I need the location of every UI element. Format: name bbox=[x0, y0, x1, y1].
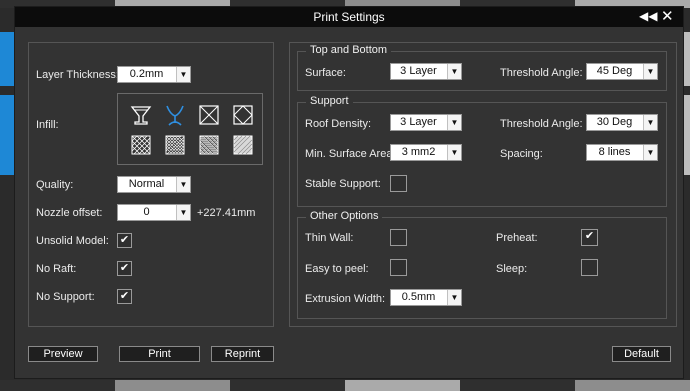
spacing-select[interactable]: 8 lines ▼ bbox=[586, 144, 658, 161]
close-icon[interactable]: ✕ bbox=[661, 7, 674, 25]
chevron-down-icon: ▼ bbox=[176, 205, 190, 220]
easy-peel-label: Easy to peel: bbox=[305, 263, 369, 275]
sleep-label: Sleep: bbox=[496, 263, 528, 275]
min-surface-value: 3 mm2 bbox=[401, 146, 436, 158]
spacing-label: Spacing: bbox=[500, 148, 543, 160]
easy-peel-checkbox[interactable] bbox=[390, 259, 407, 276]
tb-threshold-value: 45 Deg bbox=[596, 65, 633, 77]
roof-density-value: 3 Layer bbox=[400, 116, 437, 128]
extrusion-width-value: 0.5mm bbox=[401, 291, 436, 303]
support-threshold-select[interactable]: 30 Deg ▼ bbox=[586, 114, 658, 131]
default-button[interactable]: Default bbox=[612, 346, 671, 362]
roof-density-select[interactable]: 3 Layer ▼ bbox=[390, 114, 462, 131]
infill-label: Infill: bbox=[36, 119, 59, 131]
chevron-down-icon: ▼ bbox=[643, 115, 657, 130]
preheat-checkbox[interactable]: ✔ bbox=[581, 229, 598, 246]
sleep-checkbox[interactable] bbox=[581, 259, 598, 276]
grid-coarse-icon[interactable] bbox=[130, 134, 152, 156]
chevron-down-icon: ▼ bbox=[176, 67, 190, 82]
thin-wall-checkbox[interactable] bbox=[390, 229, 407, 246]
stable-support-checkbox[interactable] bbox=[390, 175, 407, 192]
surface-select[interactable]: 3 Layer ▼ bbox=[390, 63, 462, 80]
support-threshold-label: Threshold Angle: bbox=[500, 118, 583, 130]
chevron-down-icon: ▼ bbox=[176, 177, 190, 192]
preheat-label: Preheat: bbox=[496, 232, 538, 244]
tb-threshold-label: Threshold Angle: bbox=[500, 67, 583, 79]
thin-wall-label: Thin Wall: bbox=[305, 232, 354, 244]
titlebar: Print Settings ◀◀ ✕ bbox=[15, 7, 683, 27]
goblet-outline-icon[interactable] bbox=[130, 104, 152, 126]
quality-select[interactable]: Normal ▼ bbox=[117, 176, 191, 193]
grid-medium-icon[interactable] bbox=[164, 134, 186, 156]
nozzle-offset-readout: +227.41mm bbox=[197, 207, 256, 219]
support-threshold-value: 30 Deg bbox=[596, 116, 633, 128]
no-support-label: No Support: bbox=[36, 291, 95, 303]
nozzle-offset-value: 0 bbox=[143, 206, 150, 218]
preview-button[interactable]: Preview bbox=[28, 346, 98, 362]
no-raft-checkbox[interactable]: ✔ bbox=[117, 261, 132, 276]
nozzle-offset-select[interactable]: 0 ▼ bbox=[117, 204, 191, 221]
chevron-down-icon: ▼ bbox=[643, 145, 657, 160]
min-surface-select[interactable]: 3 mm2 ▼ bbox=[390, 144, 462, 161]
goblet-blue-icon[interactable] bbox=[164, 104, 186, 126]
chevron-down-icon: ▼ bbox=[447, 115, 461, 130]
roof-density-label: Roof Density: bbox=[305, 118, 372, 130]
hollow-cross-box-icon[interactable] bbox=[198, 104, 220, 126]
reprint-button[interactable]: Reprint bbox=[211, 346, 274, 362]
spacing-value: 8 lines bbox=[598, 146, 631, 158]
chevron-down-icon: ▼ bbox=[447, 64, 461, 79]
quality-label: Quality: bbox=[36, 179, 74, 191]
chevron-down-icon: ▼ bbox=[643, 64, 657, 79]
layer-thickness-select[interactable]: 0.2mm ▼ bbox=[117, 66, 191, 83]
quality-value: Normal bbox=[128, 178, 165, 190]
layer-thickness-value: 0.2mm bbox=[129, 68, 164, 80]
window-title: Print Settings bbox=[313, 10, 385, 24]
no-support-checkbox[interactable]: ✔ bbox=[117, 289, 132, 304]
layer-thickness-label: Layer Thickness: bbox=[36, 69, 119, 81]
no-raft-label: No Raft: bbox=[36, 263, 77, 275]
infill-selector bbox=[117, 93, 263, 165]
unsolid-model-label: Unsolid Model: bbox=[36, 235, 109, 247]
print-button[interactable]: Print bbox=[119, 346, 200, 362]
unsolid-model-checkbox[interactable]: ✔ bbox=[117, 233, 132, 248]
surface-label: Surface: bbox=[305, 67, 346, 79]
extrusion-width-label: Extrusion Width: bbox=[305, 293, 386, 305]
print-settings-window: Print Settings ◀◀ ✕ Layer Thickness: 0.2… bbox=[14, 6, 684, 379]
side-tab-active[interactable] bbox=[0, 95, 14, 175]
solid-fill-icon[interactable] bbox=[232, 134, 254, 156]
top-bottom-title: Top and Bottom bbox=[306, 44, 392, 56]
chevron-down-icon: ▼ bbox=[447, 290, 461, 305]
support-title: Support bbox=[306, 95, 353, 107]
collapse-icon[interactable]: ◀◀ bbox=[639, 9, 657, 23]
other-options-title: Other Options bbox=[306, 210, 383, 222]
tb-threshold-select[interactable]: 45 Deg ▼ bbox=[586, 63, 658, 80]
chevron-down-icon: ▼ bbox=[447, 145, 461, 160]
min-surface-label: Min. Surface Area: bbox=[305, 148, 396, 160]
surface-value: 3 Layer bbox=[400, 65, 437, 77]
nozzle-offset-label: Nozzle offset: bbox=[36, 207, 103, 219]
grid-fine-icon[interactable] bbox=[198, 134, 220, 156]
diamond-box-icon[interactable] bbox=[232, 104, 254, 126]
extrusion-width-select[interactable]: 0.5mm ▼ bbox=[390, 289, 462, 306]
background-strip-bottom bbox=[0, 380, 690, 391]
side-tab[interactable] bbox=[0, 32, 14, 86]
stable-support-label: Stable Support: bbox=[305, 178, 381, 190]
